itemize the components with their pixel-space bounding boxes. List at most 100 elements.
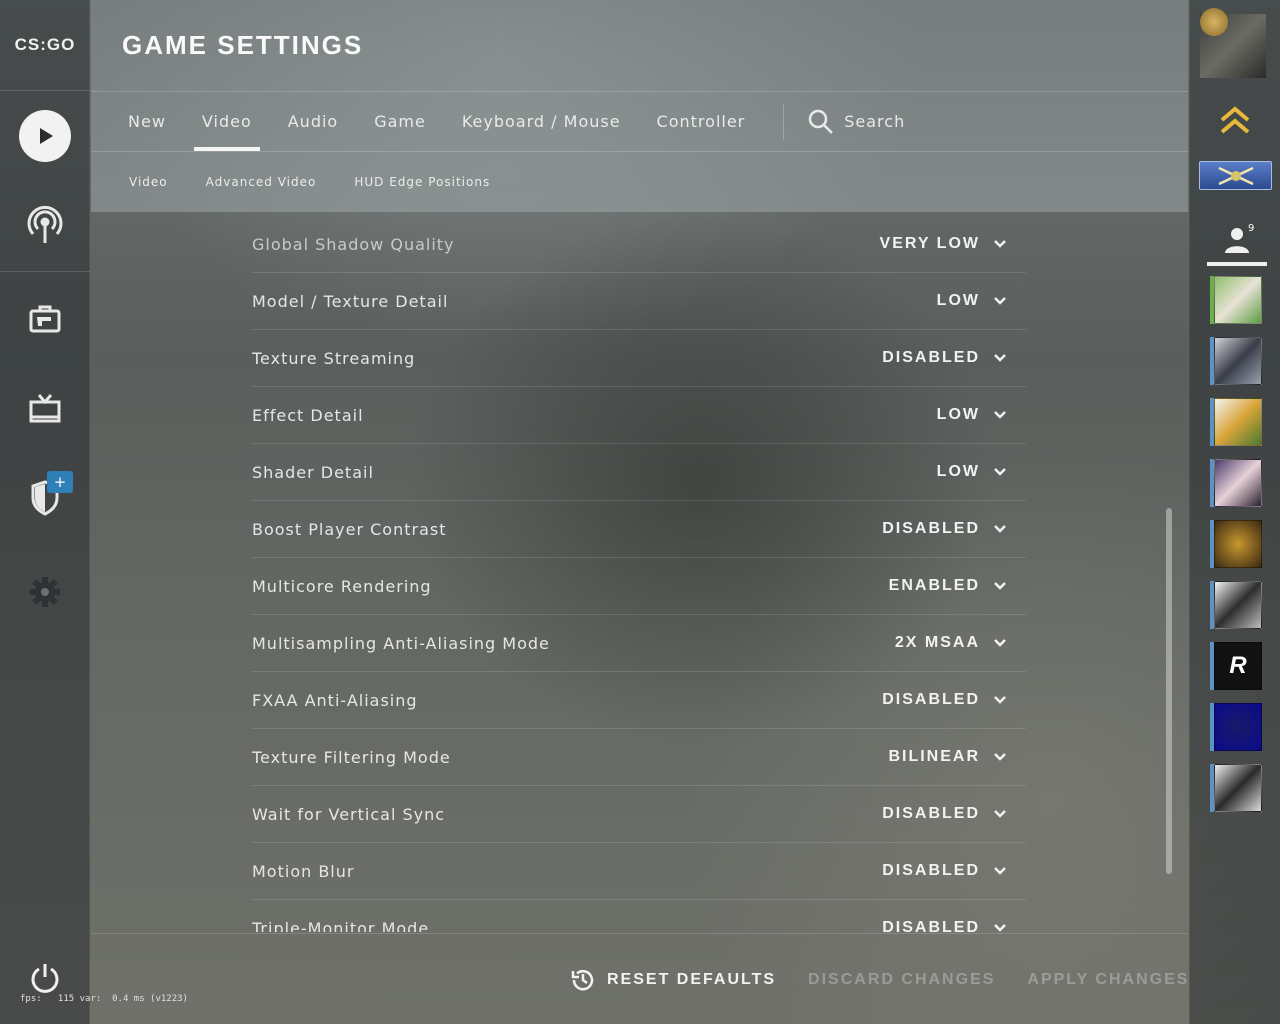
setting-value: 2X MSAA: [894, 634, 980, 651]
chevron-down-icon: [992, 464, 1008, 480]
missions-button[interactable]: [0, 480, 90, 516]
friend-avatar[interactable]: [1214, 581, 1262, 629]
search-icon: [809, 109, 834, 134]
setting-row[interactable]: Multisampling Anti-Aliasing Mode 2X MSAA: [252, 615, 1026, 672]
setting-label: FXAA Anti-Aliasing: [252, 690, 418, 710]
settings-list: Global Shadow Quality VERY LOW Model / Tex…: [252, 216, 1026, 932]
setting-dropdown[interactable]: LOW: [937, 292, 1026, 310]
settings-tabs: New Video Audio Game Keyboard / Mouse Co…: [110, 92, 905, 151]
setting-dropdown[interactable]: DISABLED: [882, 520, 1026, 538]
friends-count: 9: [1248, 223, 1255, 234]
setting-value: LOW: [936, 406, 980, 423]
setting-label: Wait for Vertical Sync: [252, 804, 446, 824]
setting-label: Multisampling Anti-Aliasing Mode: [252, 633, 550, 653]
discard-changes-button[interactable]: DISCARD CHANGES: [808, 971, 995, 989]
setting-row[interactable]: Motion Blur DISABLED: [252, 843, 1026, 900]
reset-defaults-label: RESET DEFAULTS: [607, 971, 777, 988]
tab-controller[interactable]: Controller: [639, 92, 764, 151]
setting-value: LOW: [936, 463, 980, 480]
setting-row[interactable]: Texture Streaming DISABLED: [252, 330, 1026, 387]
watch-button[interactable]: [0, 393, 90, 425]
setting-row[interactable]: Model / Texture Detail LOW: [252, 273, 1026, 330]
broadcast-icon: [27, 205, 63, 243]
setting-value: DISABLED: [882, 349, 980, 366]
search-button[interactable]: Search: [788, 109, 905, 135]
chevron-down-icon: [992, 350, 1008, 366]
subtab-advanced-video[interactable]: Advanced Video: [187, 175, 336, 189]
rank-chevron-icon[interactable]: [1218, 104, 1252, 140]
setting-dropdown[interactable]: VERY LOW: [880, 235, 1026, 253]
chevron-down-icon: [992, 236, 1008, 252]
friend-avatar[interactable]: [1214, 337, 1262, 385]
settings-button[interactable]: [0, 576, 90, 608]
friend-avatar[interactable]: [1214, 764, 1262, 812]
inventory-button[interactable]: [0, 302, 90, 334]
subtab-hud-edge-positions[interactable]: HUD Edge Positions: [335, 175, 509, 189]
reset-defaults-button[interactable]: RESET DEFAULTS: [570, 967, 776, 993]
friend-avatar[interactable]: [1214, 398, 1262, 446]
setting-dropdown[interactable]: LOW: [937, 406, 1026, 424]
friend-avatar[interactable]: [1214, 703, 1262, 751]
setting-dropdown[interactable]: DISABLED: [882, 805, 1026, 823]
gear-icon: [30, 577, 60, 607]
friend-avatar[interactable]: [1214, 276, 1262, 324]
tab-keyboard-mouse[interactable]: Keyboard / Mouse: [444, 92, 639, 151]
tab-game[interactable]: Game: [356, 92, 444, 151]
setting-row[interactable]: Boost Player Contrast DISABLED: [252, 501, 1026, 558]
setting-dropdown[interactable]: DISABLED: [882, 691, 1026, 709]
setting-row[interactable]: Global Shadow Quality VERY LOW: [252, 216, 1026, 273]
page-title: GAME SETTINGS: [122, 30, 364, 60]
csgo-logo[interactable]: CS:GO: [0, 0, 90, 90]
power-button[interactable]: [0, 962, 90, 994]
tab-separator: [783, 103, 785, 140]
setting-value: DISABLED: [882, 805, 980, 822]
chevron-down-icon: [992, 863, 1008, 879]
setting-label: Triple-Monitor Mode: [252, 918, 430, 933]
footer-divider: [91, 933, 1188, 934]
play-button[interactable]: [0, 110, 90, 162]
setting-dropdown[interactable]: DISABLED: [882, 862, 1026, 880]
setting-dropdown[interactable]: DISABLED: [882, 919, 1026, 932]
apply-changes-button[interactable]: APPLY CHANGES: [1027, 971, 1189, 989]
service-medal-icon[interactable]: [1200, 8, 1228, 36]
setting-label: Global Shadow Quality: [252, 234, 455, 254]
friend-avatar[interactable]: R: [1214, 642, 1262, 690]
friend-avatar[interactable]: [1214, 520, 1262, 568]
setting-row[interactable]: Wait for Vertical Sync DISABLED: [252, 786, 1026, 843]
friend-avatar[interactable]: [1214, 459, 1262, 507]
setting-value: DISABLED: [882, 691, 980, 708]
tab-audio[interactable]: Audio: [270, 92, 356, 151]
setting-value: DISABLED: [882, 862, 980, 879]
setting-value: LOW: [936, 292, 980, 309]
setting-dropdown[interactable]: DISABLED: [882, 349, 1026, 367]
tab-video[interactable]: Video: [184, 92, 270, 151]
setting-label: Effect Detail: [252, 405, 364, 425]
search-label: Search: [844, 112, 906, 131]
setting-dropdown[interactable]: BILINEAR: [888, 748, 1026, 766]
footer-actions: RESET DEFAULTS DISCARD CHANGES APPLY CHA…: [570, 962, 1189, 998]
tab-new[interactable]: New: [110, 92, 184, 151]
new-badge: +: [47, 471, 73, 493]
scrollbar[interactable]: [1166, 508, 1172, 874]
setting-row[interactable]: FXAA Anti-Aliasing DISABLED: [252, 672, 1026, 729]
setting-row[interactable]: Texture Filtering Mode BILINEAR: [252, 729, 1026, 786]
broadcast-button[interactable]: [0, 205, 90, 245]
setting-label: Motion Blur: [252, 861, 355, 881]
setting-row[interactable]: Effect Detail LOW: [252, 387, 1026, 444]
subtab-video[interactable]: Video: [110, 175, 187, 189]
setting-dropdown[interactable]: ENABLED: [889, 577, 1026, 595]
friends-button[interactable]: [1207, 215, 1267, 265]
setting-row[interactable]: Triple-Monitor Mode DISABLED: [252, 900, 1026, 932]
setting-dropdown[interactable]: 2X MSAA: [895, 634, 1026, 652]
crossed-rifles-icon: [1217, 166, 1254, 185]
setting-dropdown[interactable]: LOW: [937, 463, 1026, 481]
setting-value: DISABLED: [882, 919, 980, 932]
setting-row[interactable]: Multicore Rendering ENABLED: [252, 558, 1026, 615]
setting-row[interactable]: Shader Detail LOW: [252, 444, 1026, 501]
chevron-down-icon: [992, 293, 1008, 309]
watch-tv-icon: [29, 394, 61, 423]
chevron-down-icon: [992, 635, 1008, 651]
setting-value: DISABLED: [882, 520, 980, 537]
chevron-down-icon: [992, 806, 1008, 822]
skill-group-badge[interactable]: [1199, 161, 1272, 190]
